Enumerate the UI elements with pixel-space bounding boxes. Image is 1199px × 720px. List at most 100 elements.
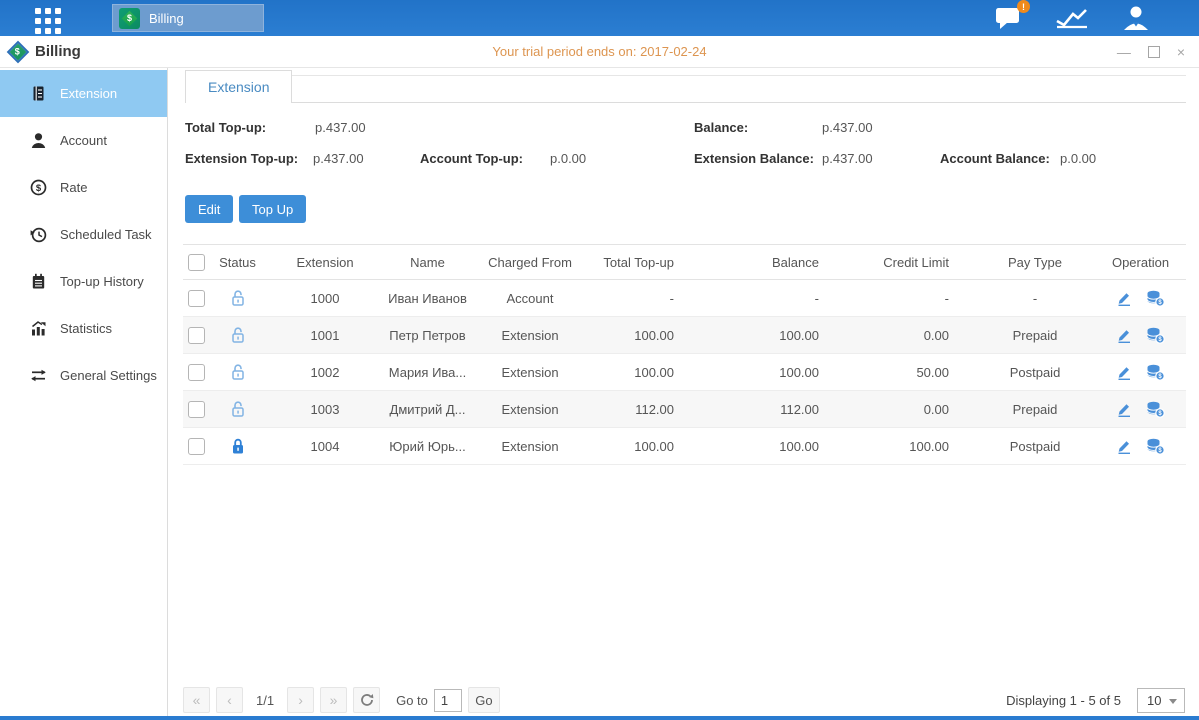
sidebar-item-topup-history[interactable]: Top-up History [0,258,167,305]
row-checkbox[interactable] [188,327,205,344]
table-row: 1002Мария Ива...Extension100.00100.0050.… [183,354,1186,391]
minimize-button[interactable]: — [1117,45,1131,59]
tab-extension[interactable]: Extension [185,70,292,103]
edit-button[interactable]: Edit [185,195,233,223]
refresh-icon [360,693,374,707]
total-topup-label: Total Top-up: [185,120,266,135]
col-status: Status [210,245,265,280]
tab-bar: Extension [168,70,1186,105]
col-pay-type: Pay Type [975,245,1095,280]
topup-icon[interactable]: $ [1146,364,1165,381]
extension-balance-value: p.437.00 [822,151,873,166]
edit-icon[interactable] [1116,438,1132,454]
account-balance-label: Account Balance: [940,151,1050,166]
refresh-button[interactable] [353,687,380,713]
topup-icon[interactable]: $ [1146,327,1165,344]
user-account-icon[interactable] [1121,5,1151,31]
unlocked-icon[interactable] [230,289,246,307]
topup-icon[interactable]: $ [1146,438,1165,455]
sidebar-item-statistics[interactable]: Statistics [0,305,167,352]
col-total-topup: Total Top-up [590,245,700,280]
extension-balance-label: Extension Balance: [694,151,814,166]
cell-charged-from: Extension [470,354,590,391]
locked-icon[interactable] [230,437,246,455]
app-launcher-icon[interactable] [35,8,61,34]
top-up-button[interactable]: Top Up [239,195,306,223]
cell-credit-limit: 0.00 [845,317,975,354]
sidebar: Extension Account $ Rate Scheduled Task … [0,68,168,716]
page-size-select[interactable]: 10 [1137,688,1185,713]
sidebar-item-label: Rate [60,180,87,195]
select-all-checkbox[interactable] [188,254,205,271]
sidebar-item-scheduled-task[interactable]: Scheduled Task [0,211,167,258]
cell-name: Юрий Юрь... [385,428,470,465]
first-page-button[interactable]: « [183,687,210,713]
cell-name: Петр Петров [385,317,470,354]
table-row: 1001Петр ПетровExtension100.00100.000.00… [183,317,1186,354]
ledger-icon [30,85,47,102]
edit-icon[interactable] [1116,364,1132,380]
messages-icon[interactable]: ! [995,5,1023,31]
sidebar-item-label: Statistics [60,321,112,336]
cell-extension: 1001 [265,317,385,354]
maximize-button[interactable] [1148,46,1160,58]
prev-page-button[interactable]: ‹ [216,687,243,713]
cell-total-topup: 100.00 [590,428,700,465]
unlocked-icon[interactable] [230,326,246,344]
cell-total-topup: 100.00 [590,354,700,391]
row-checkbox[interactable] [188,401,205,418]
edit-icon[interactable] [1116,327,1132,343]
balance-label: Balance: [694,120,748,135]
col-credit-limit: Credit Limit [845,245,975,280]
cell-pay-type: Postpaid [975,428,1095,465]
cell-balance: 100.00 [700,317,845,354]
balance-value: p.437.00 [822,120,873,135]
cell-extension: 1003 [265,391,385,428]
row-checkbox[interactable] [188,364,205,381]
cell-charged-from: Account [470,280,590,317]
account-balance-value: p.0.00 [1060,151,1096,166]
cell-balance: 112.00 [700,391,845,428]
chevron-down-icon [1169,699,1177,704]
unlocked-icon[interactable] [230,400,246,418]
topbar-tab-billing[interactable]: $ Billing [112,4,264,32]
trial-message: Your trial period ends on: 2017-02-24 [0,36,1199,67]
topup-icon[interactable]: $ [1146,401,1165,418]
sidebar-item-general-settings[interactable]: General Settings [0,352,167,399]
total-topup-value: p.437.00 [315,120,366,135]
cell-credit-limit: 50.00 [845,354,975,391]
row-checkbox[interactable] [188,438,205,455]
topup-icon[interactable]: $ [1146,290,1165,307]
last-page-button[interactable]: » [320,687,347,713]
sidebar-item-extension[interactable]: Extension [0,70,167,117]
cell-pay-type: Postpaid [975,354,1095,391]
cell-charged-from: Extension [470,317,590,354]
sidebar-item-label: Scheduled Task [60,227,152,242]
notification-badge: ! [1017,0,1030,13]
cell-extension: 1004 [265,428,385,465]
cell-pay-type: Prepaid [975,391,1095,428]
goto-label: Go to [396,693,428,708]
goto-page-input[interactable] [434,689,462,712]
billing-title-icon: $ [7,40,30,63]
go-button[interactable]: Go [468,687,500,713]
main-content: Extension Total Top-up: p.437.00 Balance… [168,68,1199,716]
account-topup-value: p.0.00 [550,151,586,166]
row-checkbox[interactable] [188,290,205,307]
statistics-chart-icon[interactable] [1055,6,1089,30]
unlocked-icon[interactable] [230,363,246,381]
billing-app-icon: $ [119,8,140,29]
cell-charged-from: Extension [470,428,590,465]
edit-icon[interactable] [1116,290,1132,306]
close-button[interactable]: × [1177,45,1185,59]
table-header-row: Status Extension Name Charged From Total… [183,245,1186,280]
edit-icon[interactable] [1116,401,1132,417]
next-page-button[interactable]: › [287,687,314,713]
page-indicator: 1/1 [256,693,274,708]
window-bottom-border [0,716,1199,720]
sliders-icon [30,367,47,384]
topbar: $ Billing ! [0,0,1199,36]
sidebar-item-rate[interactable]: $ Rate [0,164,167,211]
sidebar-item-account[interactable]: Account [0,117,167,164]
notepad-icon [30,273,47,290]
